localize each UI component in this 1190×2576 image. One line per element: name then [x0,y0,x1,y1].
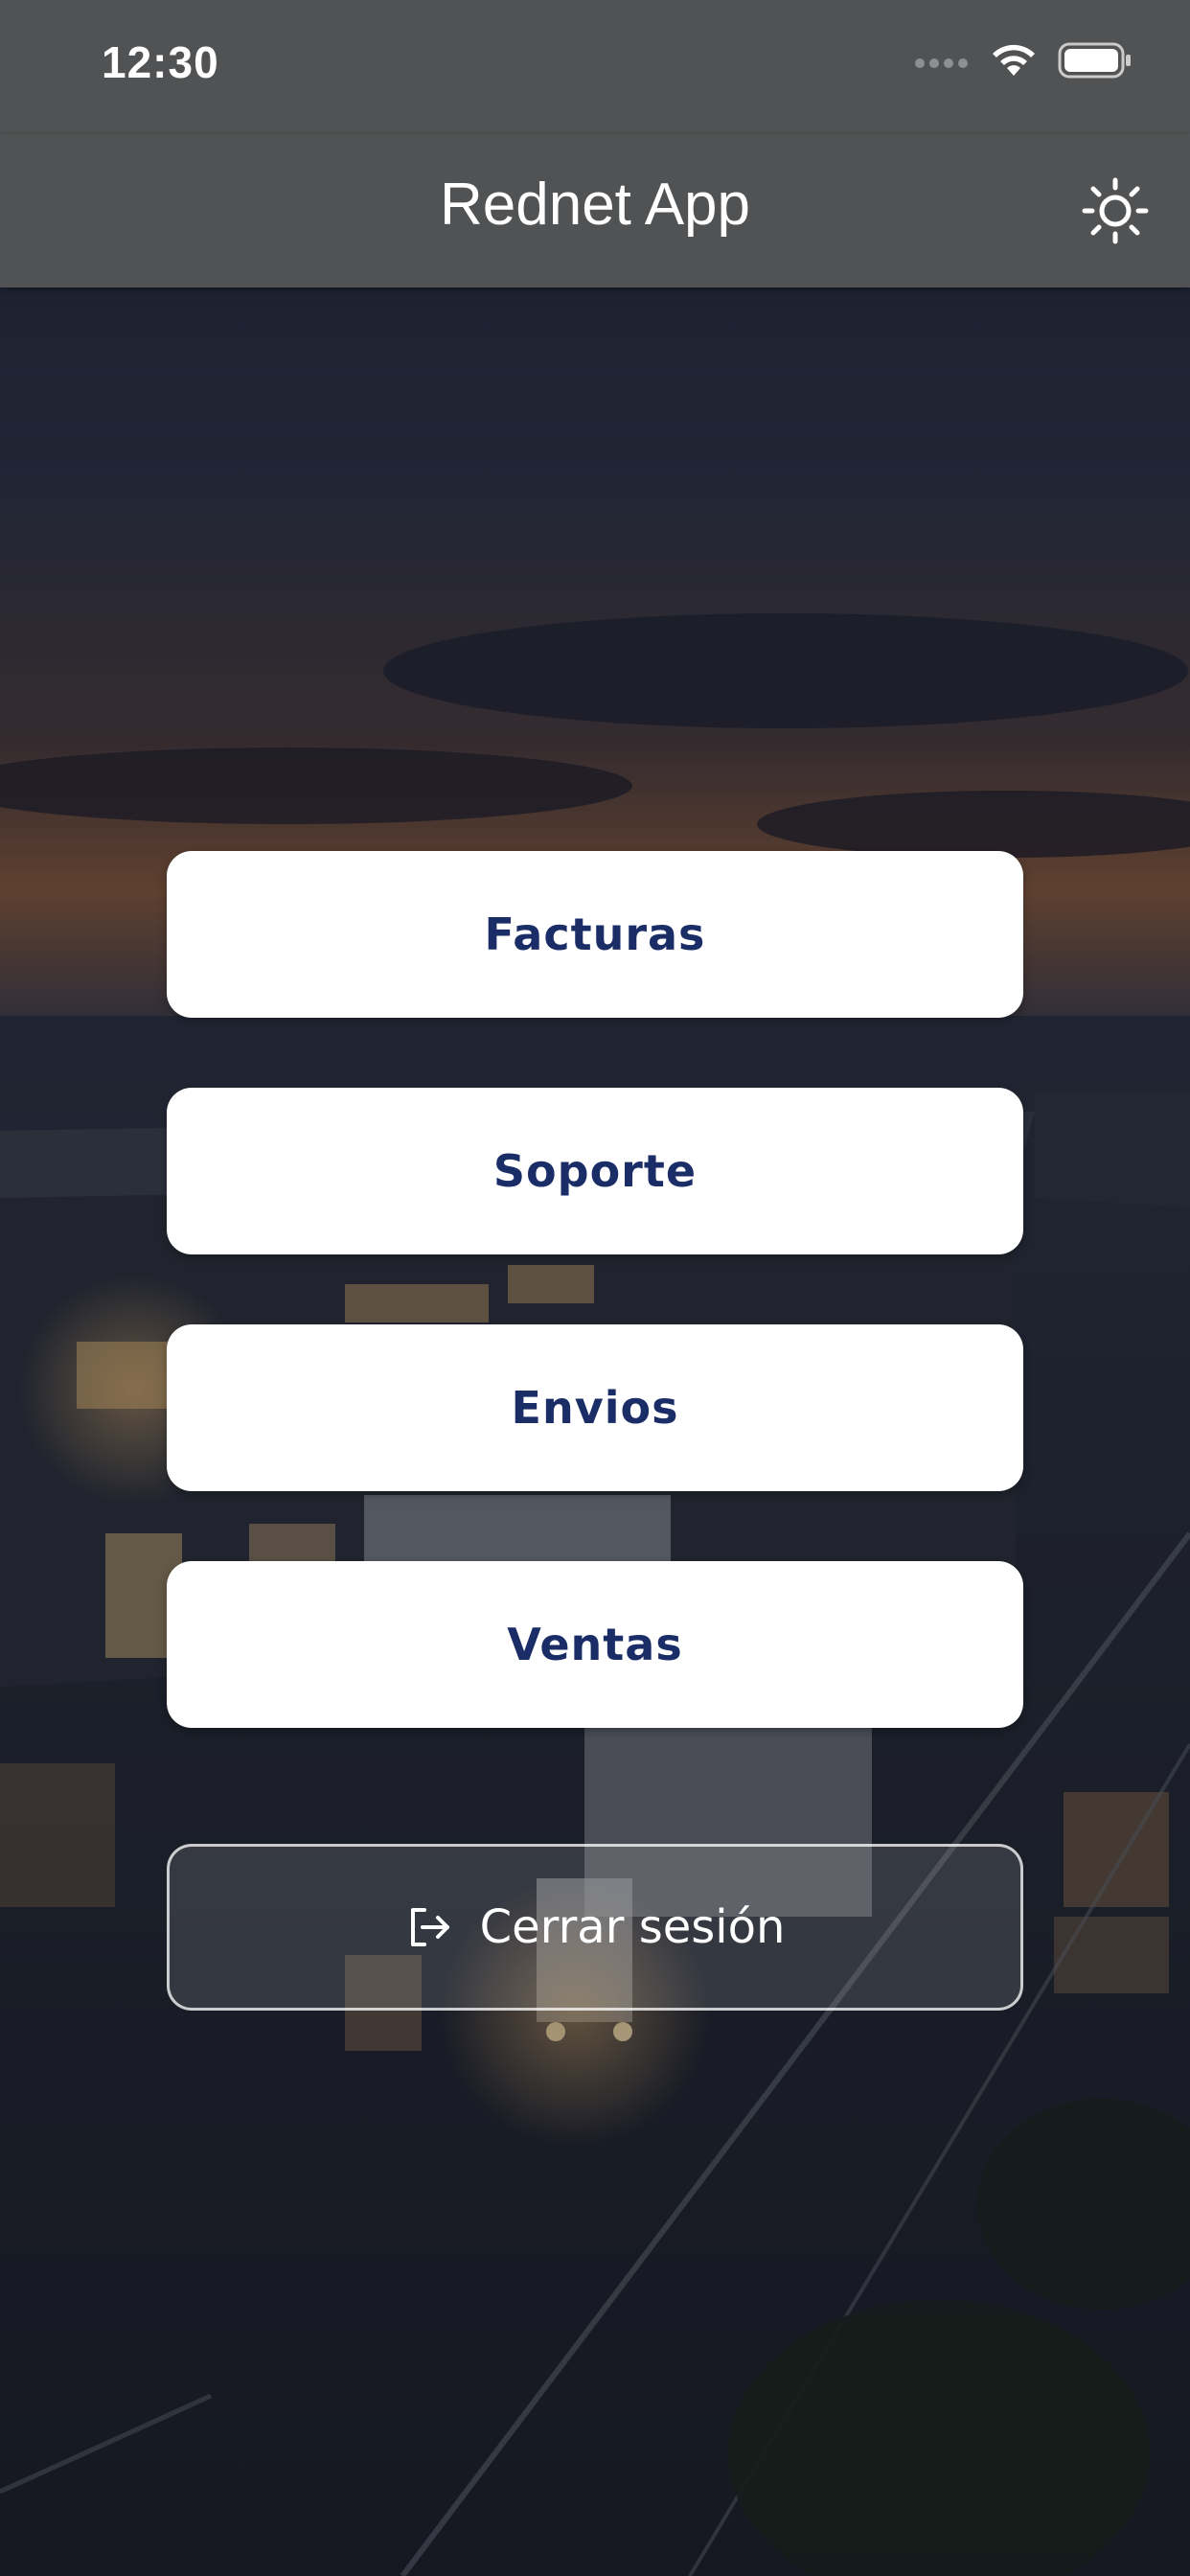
phone-screen: 12:30 Rednet App Facturas Soporte Envios… [0,0,1190,2576]
wifi-icon [993,44,1035,76]
facturas-button[interactable]: Facturas [167,851,1023,1018]
envios-button[interactable]: Envios [167,1324,1023,1491]
soporte-button[interactable]: Soporte [167,1088,1023,1254]
status-time: 12:30 [102,37,219,87]
sun-icon [1082,177,1149,244]
logout-button[interactable]: Cerrar sesión [167,1844,1023,2011]
logout-label: Cerrar sesión [479,1900,786,1954]
logout-icon [410,1908,449,1946]
app-title: Rednet App [439,172,751,238]
cellular-signal-icon [915,58,968,68]
status-icons [914,42,1133,79]
ventas-button[interactable]: Ventas [167,1561,1023,1728]
app-bar: Rednet App [0,134,1190,288]
status-bar: 12:30 [0,0,1190,134]
main-menu: Facturas Soporte Envios Ventas [167,851,1023,1798]
theme-toggle-button[interactable] [1075,171,1156,251]
battery-icon [1058,42,1131,79]
